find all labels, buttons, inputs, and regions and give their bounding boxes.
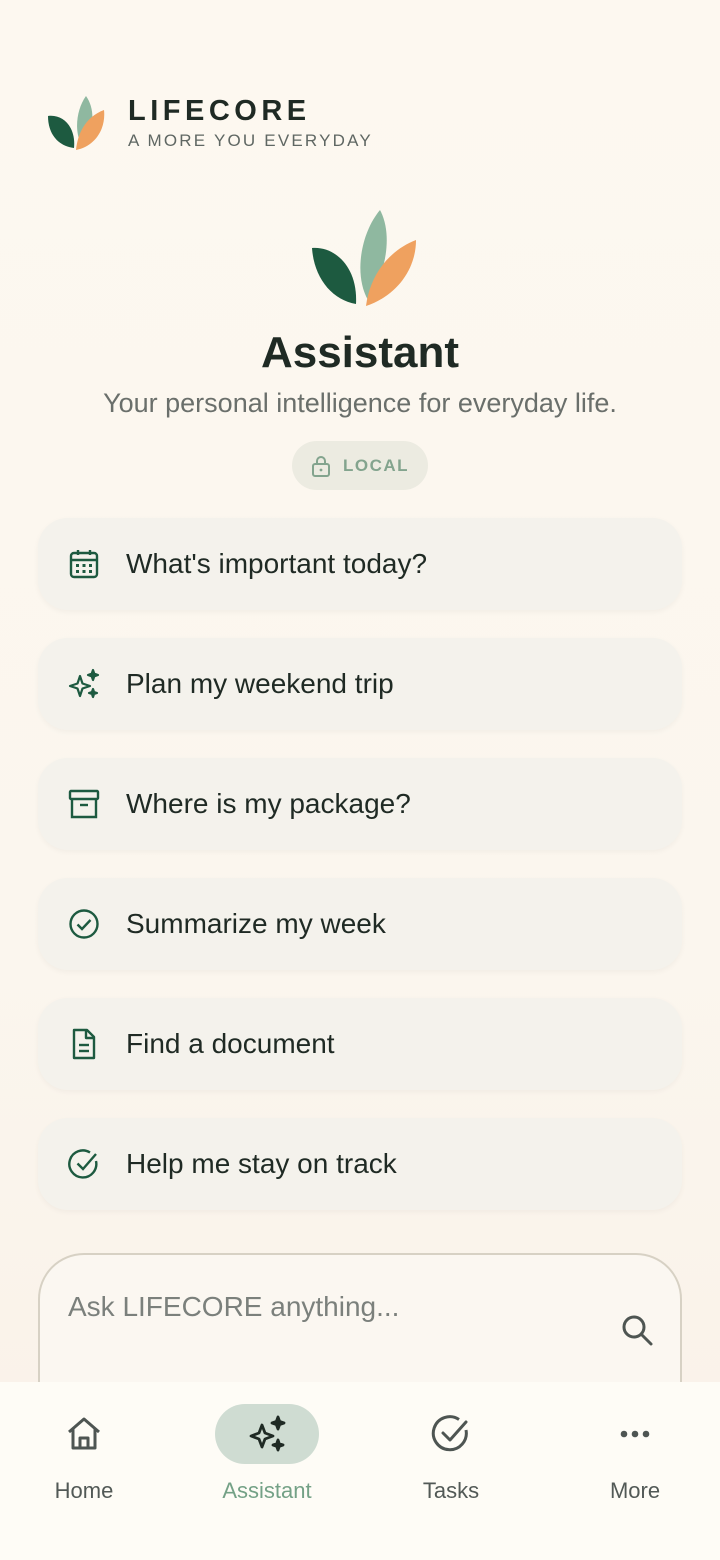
nav-home-label: Home [54, 1478, 114, 1503]
document-icon [72, 1028, 96, 1060]
archive-box-icon [68, 789, 100, 819]
suggestion-stay-on-track[interactable]: Help me stay on track [38, 1118, 682, 1210]
local-badge-label: LOCAL [342, 455, 410, 475]
page-subtitle: Your personal intelligence for everyday … [103, 388, 617, 418]
bottom-navigation: Home Assistant Tasks More [0, 1382, 720, 1560]
brand-name: LIFECORE [128, 95, 311, 127]
search-icon[interactable] [620, 1313, 654, 1347]
suggestion-label: Find a document [126, 1028, 335, 1059]
check-circle-icon [69, 909, 99, 939]
nav-tasks-label: Tasks [422, 1478, 480, 1503]
suggestion-package[interactable]: Where is my package? [38, 758, 682, 850]
nav-more-label: More [609, 1478, 661, 1503]
nav-assistant[interactable]: Assistant [207, 1404, 327, 1514]
suggestion-label: Help me stay on track [126, 1148, 397, 1179]
ask-input[interactable] [68, 1285, 588, 1329]
sparkle-icon [249, 1415, 286, 1452]
nav-more[interactable]: More [575, 1404, 695, 1514]
local-badge: LOCAL [292, 441, 428, 490]
check-circle-icon [68, 1149, 98, 1179]
suggestion-label: Summarize my week [126, 908, 386, 939]
nav-home[interactable]: Home [24, 1404, 144, 1514]
suggestion-summarize-week[interactable]: Summarize my week [38, 878, 682, 970]
check-circle-icon [431, 1415, 468, 1452]
lifecore-logo-icon [48, 96, 105, 150]
nav-tasks[interactable]: Tasks [391, 1404, 511, 1514]
suggestion-find-document[interactable]: Find a document [38, 998, 682, 1090]
calendar-icon [69, 550, 99, 579]
home-icon [68, 1417, 100, 1450]
suggestion-label: What's important today? [126, 548, 428, 579]
brand-header: LIFECORE A MORE YOU EVERYDAY [46, 94, 373, 152]
suggestion-label: Where is my package? [126, 788, 411, 819]
nav-assistant-label: Assistant [222, 1478, 312, 1503]
sparkle-icon [68, 668, 100, 699]
suggestion-weekend-trip[interactable]: Plan my weekend trip [38, 638, 682, 730]
lock-icon [311, 455, 330, 477]
ask-box[interactable] [38, 1253, 682, 1393]
more-dots-icon [620, 1430, 650, 1438]
assistant-logo-icon [312, 210, 416, 306]
suggestion-important-today[interactable]: What's important today? [38, 518, 682, 610]
suggestion-label: Plan my weekend trip [126, 668, 394, 699]
brand-tagline: A MORE YOU EVERYDAY [128, 131, 373, 150]
page-title: Assistant [260, 328, 460, 377]
